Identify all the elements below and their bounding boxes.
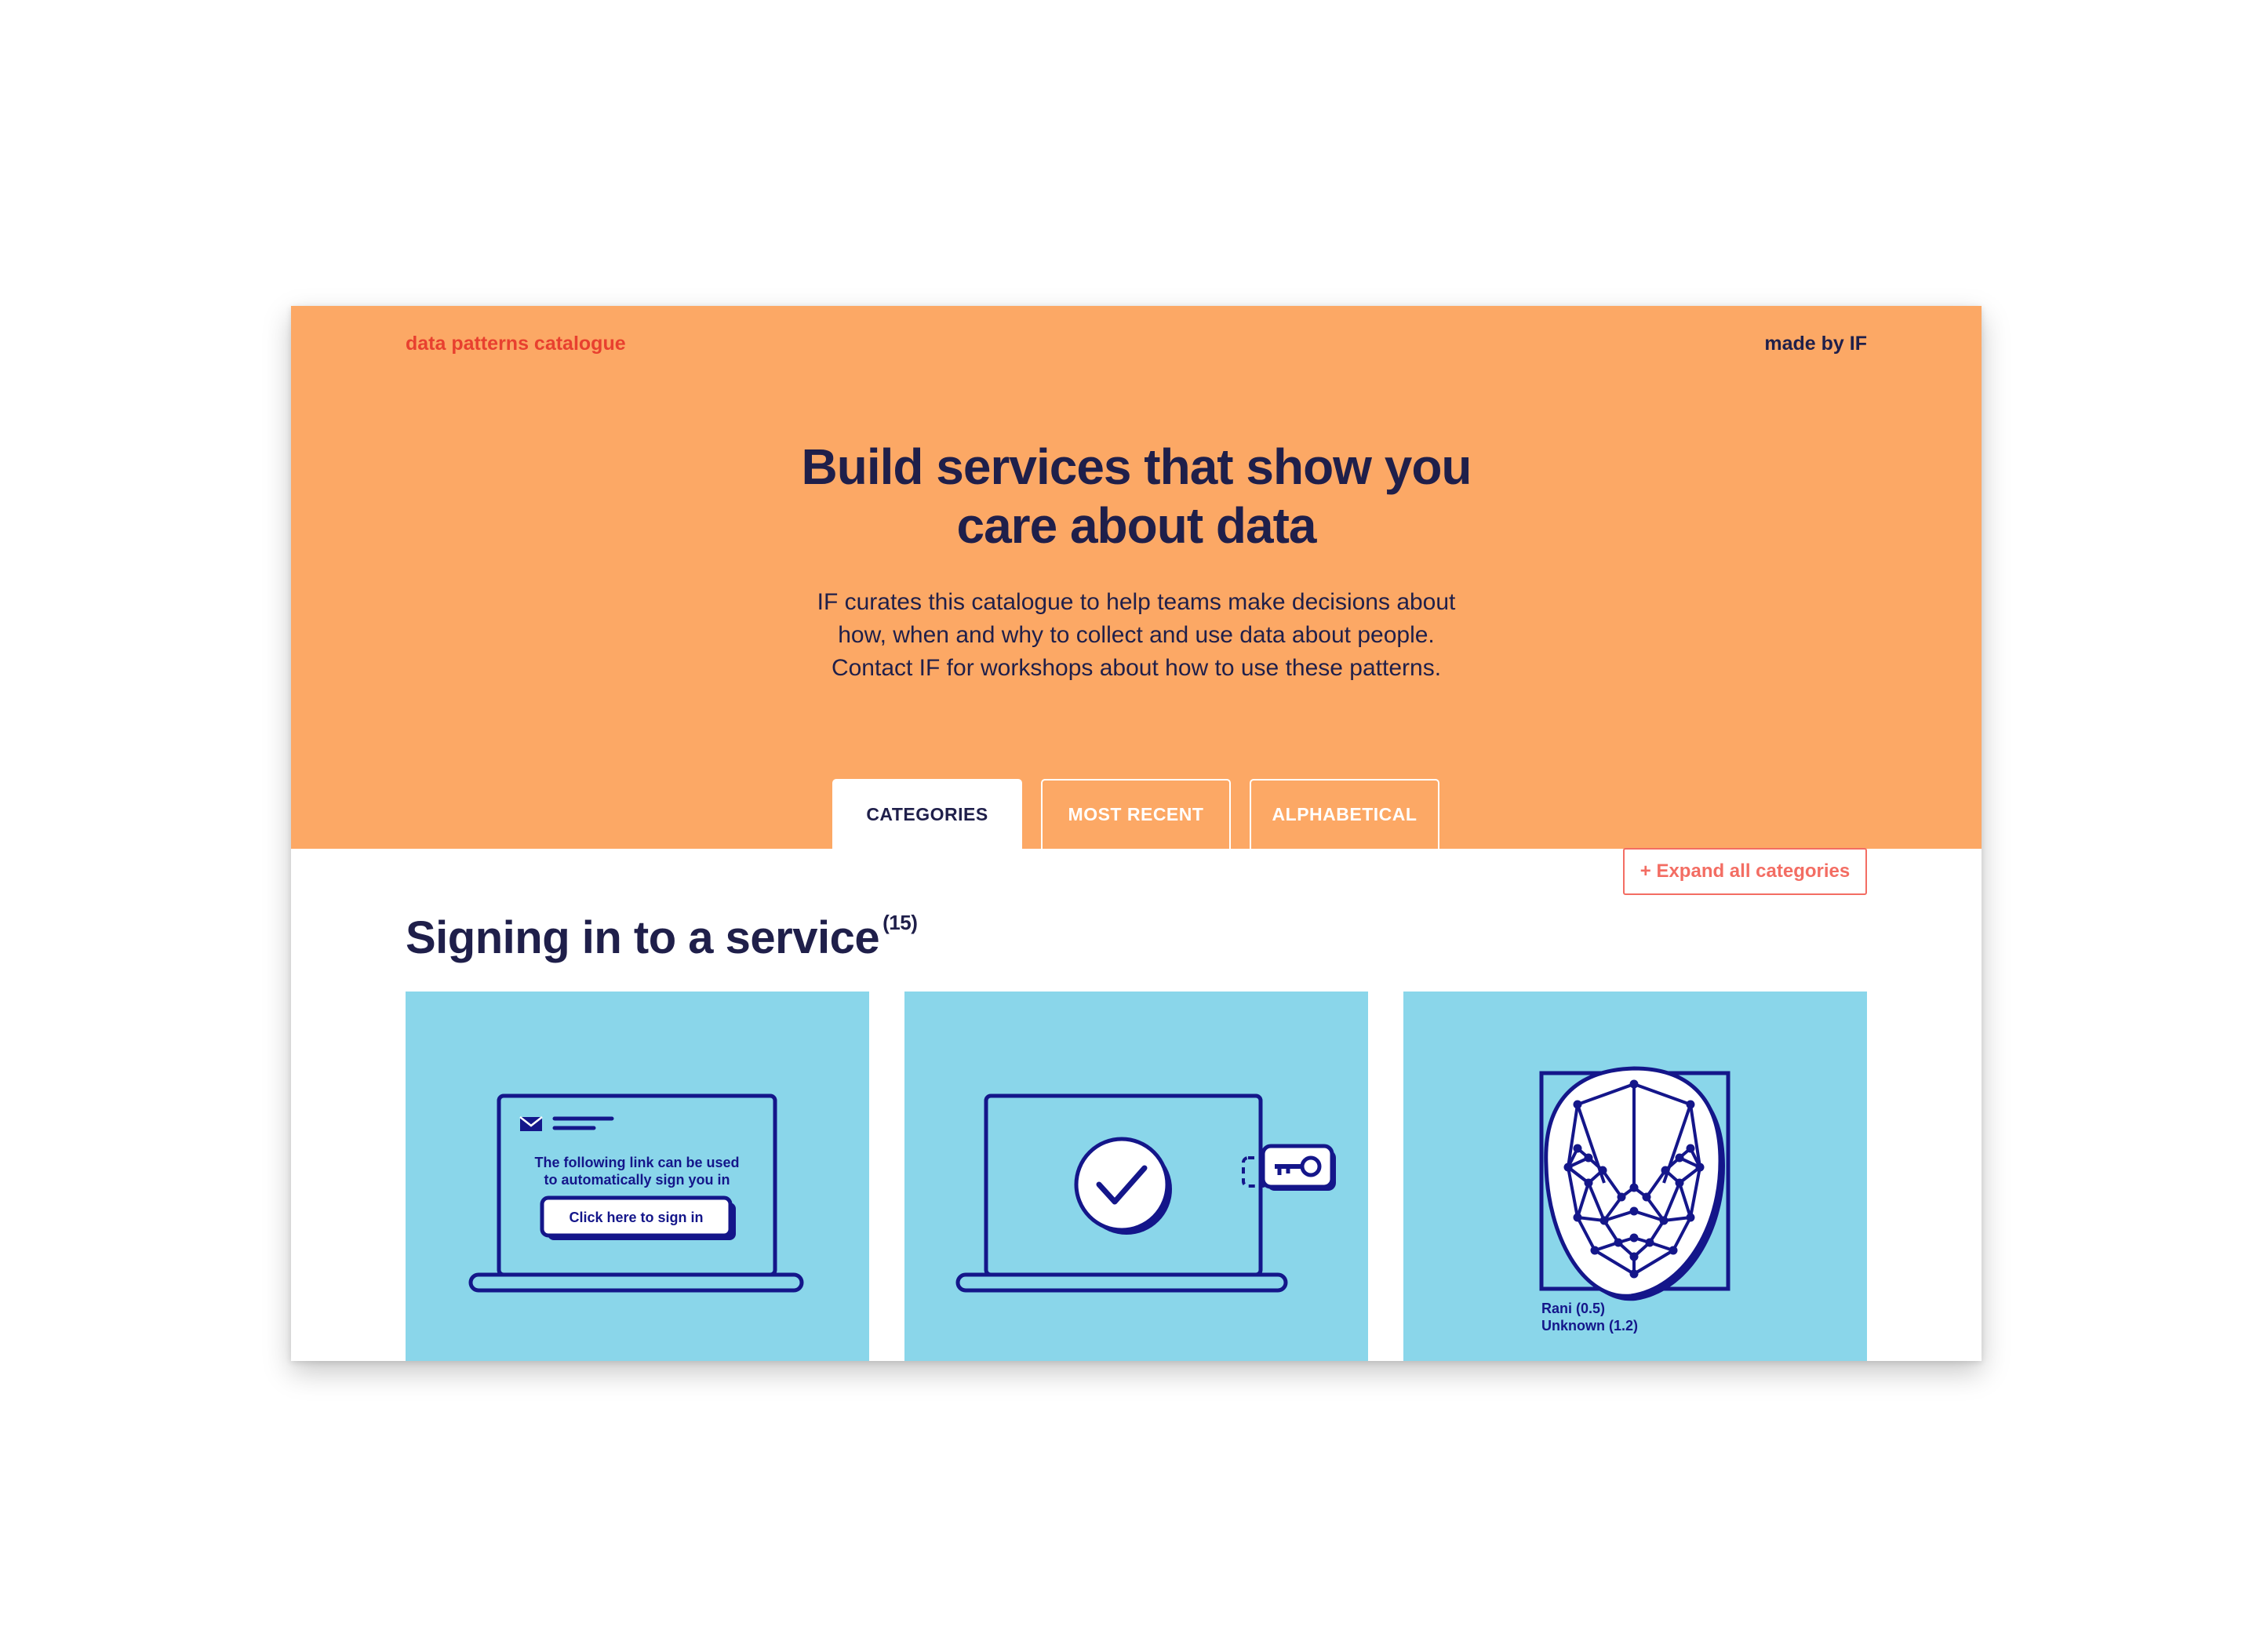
envelope-icon xyxy=(519,1116,543,1131)
section-title: Signing in to a service (15) xyxy=(406,910,918,964)
expand-all-categories-button[interactable]: + Expand all categories xyxy=(1623,848,1867,895)
section-count: (15) xyxy=(883,910,918,934)
pattern-card-email-link[interactable]: The following link can be used to automa… xyxy=(406,992,869,1361)
sign-in-link-button: Click here to sign in xyxy=(569,1210,703,1225)
headline-line-1: Build services that show you xyxy=(801,438,1472,495)
made-by-if-link[interactable]: made by IF xyxy=(1764,333,1867,355)
intro-line-1: IF curates this catalogue to help teams … xyxy=(817,589,1456,615)
brand-link[interactable]: data patterns catalogue xyxy=(406,333,626,355)
section-title-text: Signing in to a service xyxy=(406,912,880,963)
headline-line-2: care about data xyxy=(956,497,1316,554)
intro-line-3: Contact IF for workshops about how to us… xyxy=(831,655,1442,681)
face-recognition-illustration: Rani (0.5) Unknown (1.2) xyxy=(1539,1066,1730,1334)
page-headline: Build services that show you care about … xyxy=(291,438,1982,555)
hero-banner: data patterns catalogue made by IF Build… xyxy=(291,306,1982,849)
match-label-unknown: Unknown (1.2) xyxy=(1541,1318,1638,1334)
intro-line-2: how, when and why to collect and use dat… xyxy=(838,622,1435,648)
pattern-card-face-recognition[interactable]: Rani (0.5) Unknown (1.2) xyxy=(1403,992,1867,1361)
laptop-email-illustration: The following link can be used to automa… xyxy=(468,1093,804,1293)
email-text-line-2: to automatically sign you in xyxy=(544,1172,730,1188)
intro-paragraph: IF curates this catalogue to help teams … xyxy=(291,586,1982,685)
browser-page: data patterns catalogue made by IF Build… xyxy=(291,306,1982,1361)
match-label-rani: Rani (0.5) xyxy=(1541,1301,1605,1316)
laptop-security-key-illustration xyxy=(955,1093,1336,1293)
tab-alphabetical[interactable]: ALPHABETICAL xyxy=(1250,779,1439,849)
pattern-card-security-key[interactable] xyxy=(904,992,1368,1361)
tab-categories[interactable]: CATEGORIES xyxy=(832,779,1022,849)
email-text-line-1: The following link can be used xyxy=(534,1155,739,1170)
tab-most-recent[interactable]: MOST RECENT xyxy=(1041,779,1231,849)
